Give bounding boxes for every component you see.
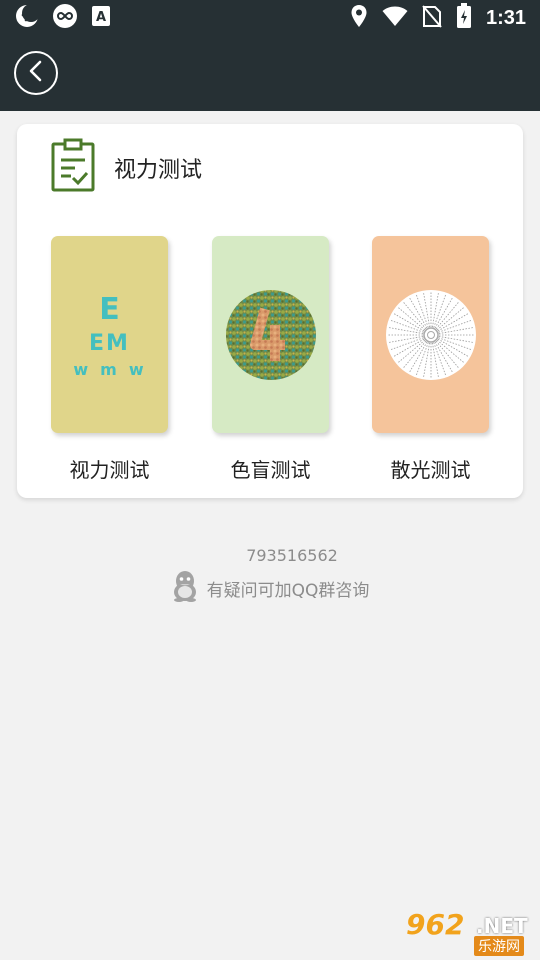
no-sim-icon	[422, 4, 442, 32]
a-box-icon: A	[90, 4, 112, 32]
color-blind-test-label[interactable]: 色盲测试	[212, 454, 329, 483]
astigmatism-dial-icon	[385, 289, 477, 385]
contact-info: 793516562 有疑问可加QQ群咨询	[0, 544, 540, 606]
visual-acuity-test-label[interactable]: 视力测试	[51, 454, 168, 483]
card-title: 视力测试	[114, 158, 203, 183]
wifi-icon	[382, 5, 408, 31]
watermark-number: 962	[406, 908, 465, 941]
back-button[interactable]	[14, 51, 58, 95]
eye-chart-row-2: EM	[89, 331, 130, 356]
status-bar: A 1:31	[0, 0, 540, 36]
clipboard-check-icon	[51, 138, 95, 192]
color-blind-test-tile[interactable]	[212, 236, 329, 433]
battery-icon	[456, 3, 472, 33]
status-time: 1:31	[485, 6, 526, 29]
contact-text: 有疑问可加QQ群咨询	[206, 580, 370, 601]
eye-chart-row-3: wmw	[73, 360, 156, 379]
moon-icon	[14, 3, 40, 33]
astigmatism-test-label[interactable]: 散光测试	[372, 454, 489, 483]
watermark-suffix: .NET	[476, 914, 528, 938]
astigmatism-test-tile[interactable]	[372, 236, 489, 433]
eye-chart-icon: E EM wmw	[51, 294, 168, 382]
visual-acuity-test-tile[interactable]: E EM wmw	[51, 236, 168, 433]
color-blind-plate-icon	[225, 289, 317, 385]
eye-chart-row-1: E	[99, 292, 120, 327]
watermark-logo: 962 .NET 乐游网	[402, 908, 534, 956]
link-icon	[52, 3, 78, 33]
svg-text:A: A	[96, 10, 106, 25]
watermark-site: 乐游网	[474, 936, 524, 956]
qq-group-number[interactable]: 793516562	[0, 544, 540, 568]
location-icon	[350, 4, 368, 32]
qq-penguin-icon	[171, 570, 199, 606]
toolbar	[0, 36, 540, 111]
vision-test-card: 视力测试 E EM wmw 视力测试 色盲测试 散光测试	[17, 124, 523, 498]
back-arrow-icon	[27, 60, 45, 86]
